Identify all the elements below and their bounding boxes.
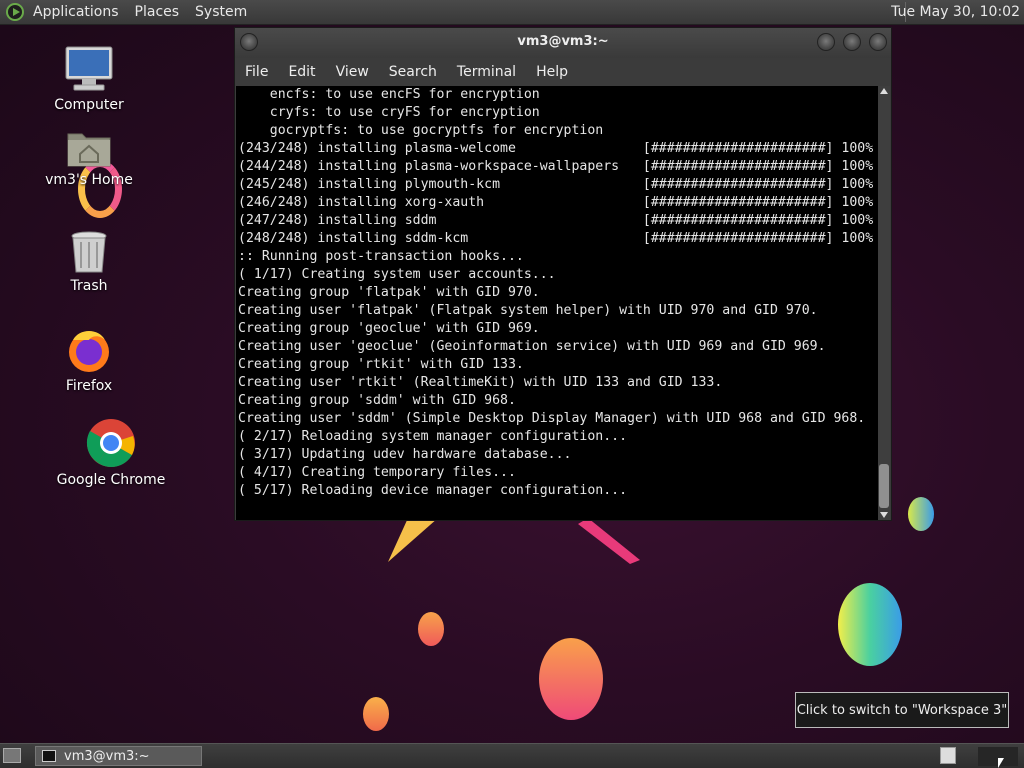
terminal-line: cryfs: to use cryFS for encryption [238, 105, 540, 120]
terminal-line: ( 5/17) Reloading device manager configu… [238, 483, 628, 498]
window-title: vm3@vm3:~ [517, 34, 609, 49]
wallpaper-blob [539, 638, 603, 720]
terminal-line: (247/248) installing sddm [#############… [238, 213, 874, 228]
menu-terminal[interactable]: Terminal [457, 64, 516, 80]
taskbar-terminal-button[interactable]: vm3@vm3:~ [35, 746, 202, 766]
terminal-line: ( 2/17) Reloading system manager configu… [238, 429, 628, 444]
desktop-icon-computer[interactable]: Computer [29, 45, 149, 113]
terminal-line: Creating user 'flatpak' (Flatpak system … [238, 303, 818, 318]
mouse-cursor-icon [998, 758, 1004, 768]
terminal-line: Creating group 'geoclue' with GID 969. [238, 321, 540, 336]
terminal-line: Creating user 'sddm' (Simple Desktop Dis… [238, 411, 866, 426]
terminal-line: Creating group 'rtkit' with GID 133. [238, 357, 524, 372]
menu-edit[interactable]: Edit [288, 64, 315, 80]
menu-view[interactable]: View [336, 64, 369, 80]
terminal-line: encfs: to use encFS for encryption [238, 87, 540, 102]
clock[interactable]: Tue May 30, 10:02 [891, 4, 1020, 20]
window-titlebar[interactable]: vm3@vm3:~ [235, 28, 891, 58]
wallpaper-blob [363, 697, 389, 731]
close-button[interactable] [869, 33, 887, 51]
terminal-line: ( 1/17) Creating system user accounts... [238, 267, 556, 282]
terminal-lines: encfs: to use encFS for encryption cryfs… [236, 86, 879, 500]
terminal-line: (248/248) installing sddm-kcm [#########… [238, 231, 874, 246]
desktop-icon-label: Computer [54, 97, 124, 113]
system-menu[interactable]: System [194, 4, 248, 20]
desktop-icon-home[interactable]: vm3's Home [29, 128, 149, 188]
wallpaper-blob [838, 583, 902, 666]
desktop-icon-label: Firefox [65, 378, 113, 394]
workspace-tooltip: Click to switch to "Workspace 3" [795, 692, 1009, 728]
desktop-icon-label: Google Chrome [56, 472, 166, 488]
terminal-line: (245/248) installing plymouth-kcm [#####… [238, 177, 874, 192]
terminal-scrollbar[interactable] [878, 86, 890, 520]
chrome-icon [86, 419, 135, 467]
terminal-line: ( 3/17) Updating udev hardware database.… [238, 447, 572, 462]
terminal-line: Creating group 'sddm' with GID 968. [238, 393, 516, 408]
terminal-line: ( 4/17) Creating temporary files... [238, 465, 516, 480]
menu-search[interactable]: Search [389, 64, 437, 80]
trash-icon [71, 231, 107, 273]
places-menu[interactable]: Places [134, 4, 181, 20]
terminal-line: (244/248) installing plasma-workspace-wa… [238, 159, 874, 174]
menu-file[interactable]: File [245, 64, 268, 80]
terminal-icon [42, 750, 56, 762]
computer-icon [65, 46, 113, 91]
terminal-line: :: Running post-transaction hooks... [238, 249, 524, 264]
terminal-menubar: File Edit View Search Terminal Help [235, 58, 891, 86]
bottom-panel: vm3@vm3:~ [0, 743, 1024, 768]
desktop-icon-label: Trash [70, 278, 108, 294]
scroll-down-arrow-icon[interactable] [880, 512, 888, 518]
terminal-output[interactable]: encfs: to use encFS for encryption cryfs… [236, 86, 879, 520]
distro-logo-icon[interactable] [6, 3, 24, 21]
home-folder-icon [67, 133, 111, 167]
desktop-icon-firefox[interactable]: Firefox [29, 326, 149, 394]
wallpaper-blob [908, 497, 934, 531]
minimize-button[interactable] [817, 33, 835, 51]
terminal-line: Creating user 'geoclue' (Geoinformation … [238, 339, 826, 354]
wallpaper-blob [418, 612, 444, 646]
taskbar-label: vm3@vm3:~ [64, 748, 150, 764]
terminal-line: Creating user 'rtkit' (RealtimeKit) with… [238, 375, 723, 390]
terminal-line: gocryptfs: to use gocryptfs for encrypti… [238, 123, 604, 138]
show-desktop-icon[interactable] [3, 748, 21, 763]
menu-help[interactable]: Help [536, 64, 568, 80]
scrollbar-thumb[interactable] [879, 464, 889, 508]
desktop-icon-label: vm3's Home [45, 172, 133, 188]
maximize-button[interactable] [843, 33, 861, 51]
terminal-line: Creating group 'flatpak' with GID 970. [238, 285, 540, 300]
workspace-switcher-1[interactable] [940, 747, 956, 764]
desktop-icon-trash[interactable]: Trash [29, 230, 149, 294]
wallpaper-stripes [388, 518, 640, 564]
firefox-icon [69, 331, 109, 372]
terminal-line: (246/248) installing xorg-xauth [#######… [238, 195, 874, 210]
desktop-icon-chrome[interactable]: Google Chrome [51, 418, 171, 488]
scroll-up-arrow-icon[interactable] [880, 88, 888, 94]
applications-menu[interactable]: Applications [32, 4, 120, 20]
terminal-window[interactable]: vm3@vm3:~ File Edit View Search Terminal… [234, 27, 892, 521]
top-panel: Applications Places System Tue May 30, 1… [0, 0, 1024, 25]
terminal-line: (243/248) installing plasma-welcome [###… [238, 141, 874, 156]
